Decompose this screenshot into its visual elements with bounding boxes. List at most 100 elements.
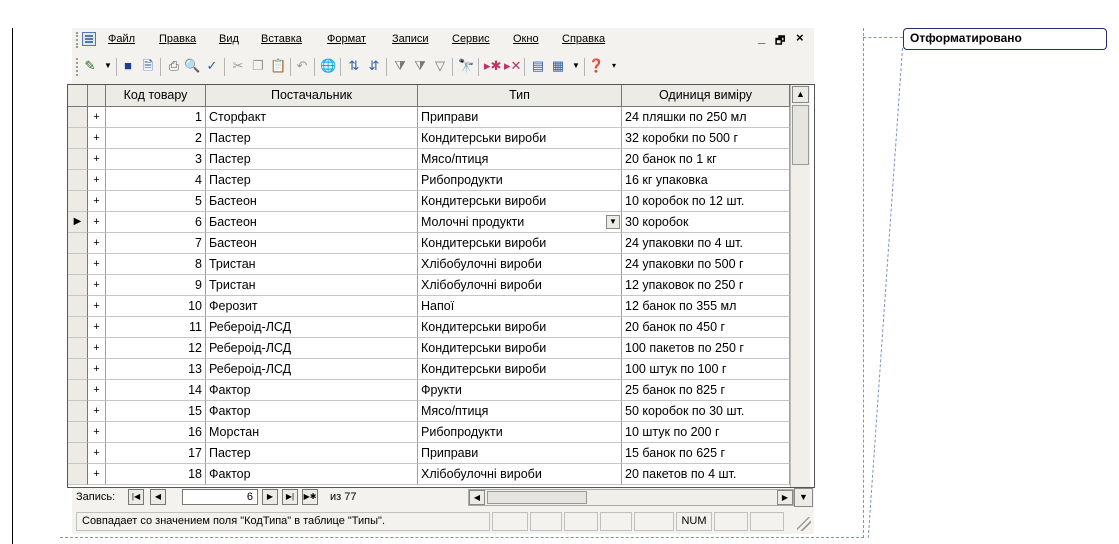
cell-supplier[interactable]: Ферозит	[206, 296, 418, 317]
cell-supplier[interactable]: Тристан	[206, 275, 418, 296]
help-icon[interactable]: ❓	[588, 58, 604, 74]
table-row[interactable]: +13 Ребероід-ЛСД Кондитерськи вироби 100 шт…	[68, 359, 790, 380]
cell-type[interactable]: Кондитерськи вироби	[418, 317, 622, 338]
copy-icon[interactable]: ❐	[250, 58, 266, 74]
record-selector[interactable]: ▶	[68, 212, 88, 233]
record-selector[interactable]	[68, 275, 88, 296]
previous-record-button[interactable]: ◀	[150, 489, 166, 505]
cell-supplier[interactable]: Пастер	[206, 170, 418, 191]
paste-icon[interactable]: 📋	[270, 58, 286, 74]
expand-icon[interactable]: +	[88, 338, 106, 359]
search-file-icon[interactable]: 🗎	[140, 58, 156, 74]
vertical-scrollbar[interactable]: ▲	[790, 85, 810, 487]
expand-icon[interactable]: +	[88, 359, 106, 380]
expand-icon[interactable]: +	[88, 443, 106, 464]
scroll-right-icon[interactable]: ▶	[777, 490, 793, 505]
cell-unit[interactable]: 20 банок по 1 кг	[622, 149, 790, 170]
filter-form-icon[interactable]: ⧩	[412, 58, 428, 74]
cell-product-code[interactable]: 2	[106, 128, 206, 149]
cell-unit[interactable]: 12 упаковок по 250 г	[622, 275, 790, 296]
table-row[interactable]: +5 Бастеон Кондитерськи вироби 10 коробок п…	[68, 191, 790, 212]
cell-product-code[interactable]: 3	[106, 149, 206, 170]
apply-filter-icon[interactable]: ▽	[432, 58, 448, 74]
record-selector[interactable]	[68, 317, 88, 338]
menu-help[interactable]: Справка	[562, 33, 605, 45]
cell-supplier[interactable]: Пастер	[206, 128, 418, 149]
cell-supplier[interactable]: Пастер	[206, 443, 418, 464]
menu-insert[interactable]: Вставка	[261, 33, 302, 45]
table-row[interactable]: +12 Ребероід-ЛСД Кондитерськи вироби 100 па…	[68, 338, 790, 359]
cell-unit[interactable]: 100 пакетов по 250 г	[622, 338, 790, 359]
cell-product-code[interactable]: 1	[106, 107, 206, 128]
cell-unit[interactable]: 12 банок по 355 мл	[622, 296, 790, 317]
cell-product-code[interactable]: 18	[106, 464, 206, 485]
document-icon[interactable]	[82, 32, 96, 46]
cell-supplier[interactable]: Бастеон	[206, 191, 418, 212]
print-icon[interactable]: ⎙	[166, 58, 182, 74]
cell-supplier[interactable]: Ребероід-ЛСД	[206, 359, 418, 380]
cell-type[interactable]: Хлібобулочні вироби	[418, 464, 622, 485]
table-row[interactable]: +17 Пастер Приправи 15 банок по 625 г	[68, 443, 790, 464]
cell-type[interactable]: Кондитерськи вироби	[418, 128, 622, 149]
horizontal-scrollbar[interactable]: ◀ ▶	[468, 489, 794, 506]
expand-icon[interactable]: +	[88, 296, 106, 317]
cell-supplier[interactable]: Фактор	[206, 401, 418, 422]
column-header-unit[interactable]: Одиниця виміру	[622, 85, 790, 107]
menu-tools[interactable]: Сервис	[452, 33, 490, 45]
find-icon[interactable]: 🔭	[458, 58, 474, 74]
restore-button[interactable]: 🗗	[775, 32, 785, 51]
sort-ascending-icon[interactable]: ⇅	[346, 58, 362, 74]
expand-icon[interactable]: +	[88, 212, 106, 233]
cell-product-code[interactable]: 12	[106, 338, 206, 359]
cell-unit[interactable]: 10 коробок по 12 шт.	[622, 191, 790, 212]
cell-type[interactable]: Кондитерськи вироби	[418, 338, 622, 359]
column-header-product-code[interactable]: Код товару	[106, 85, 206, 107]
cell-type[interactable]: Мясо/птиця	[418, 149, 622, 170]
table-row[interactable]: +10 Ферозит Напої 12 банок по 355 мл	[68, 296, 790, 317]
close-button[interactable]: ×	[796, 30, 804, 45]
cell-product-code[interactable]: 17	[106, 443, 206, 464]
cell-supplier[interactable]: Ребероід-ЛСД	[206, 338, 418, 359]
cell-product-code[interactable]: 6	[106, 212, 206, 233]
sort-descending-icon[interactable]: ⇵	[366, 58, 382, 74]
cell-supplier[interactable]: Бастеон	[206, 212, 418, 233]
filter-selection-icon[interactable]: ⧩	[392, 58, 408, 74]
cell-unit[interactable]: 100 штук по 100 г	[622, 359, 790, 380]
table-row[interactable]: +4 Пастер Рибопродукти 16 кг упаковка	[68, 170, 790, 191]
cell-type[interactable]: Рибопродукти	[418, 422, 622, 443]
cell-product-code[interactable]: 10	[106, 296, 206, 317]
expand-icon[interactable]: +	[88, 170, 106, 191]
expand-icon[interactable]: +	[88, 149, 106, 170]
table-row[interactable]: +16 Морстан Рибопродукти 10 штук по 200 г	[68, 422, 790, 443]
table-row[interactable]: +1 Сторфакт Приправи 24 пляшки по 250 мл	[68, 107, 790, 128]
record-selector[interactable]	[68, 380, 88, 401]
record-selector[interactable]	[68, 401, 88, 422]
undo-icon[interactable]: ↶	[294, 58, 310, 74]
menu-view[interactable]: Вид	[219, 33, 239, 45]
cell-type[interactable]: Приправи	[418, 107, 622, 128]
menu-format[interactable]: Формат	[327, 33, 366, 45]
column-header-type[interactable]: Тип	[418, 85, 622, 107]
cell-type[interactable]: Кондитерськи вироби	[418, 191, 622, 212]
cell-product-code[interactable]: 7	[106, 233, 206, 254]
record-selector[interactable]	[68, 149, 88, 170]
cut-icon[interactable]: ✂	[230, 58, 246, 74]
menu-window[interactable]: Окно	[513, 33, 539, 45]
cell-supplier[interactable]: Пастер	[206, 149, 418, 170]
expand-icon[interactable]: +	[88, 128, 106, 149]
new-record-icon[interactable]: ▸✱	[484, 58, 501, 74]
cell-unit[interactable]: 15 банок по 625 г	[622, 443, 790, 464]
menu-edit[interactable]: Правка	[159, 33, 196, 45]
new-record-nav-button[interactable]: ▶✱	[302, 489, 318, 505]
scroll-down-icon[interactable]: ▼	[794, 488, 813, 507]
scroll-up-icon[interactable]: ▲	[792, 86, 809, 103]
cell-type[interactable]: Молочні продукти ▼	[418, 212, 622, 233]
horizontal-scroll-thumb[interactable]	[487, 491, 587, 504]
cell-product-code[interactable]: 14	[106, 380, 206, 401]
cell-unit[interactable]: 24 упаковки по 4 шт.	[622, 233, 790, 254]
cell-type[interactable]: Приправи	[418, 443, 622, 464]
expand-icon[interactable]: +	[88, 464, 106, 485]
expand-icon[interactable]: +	[88, 317, 106, 338]
cell-supplier[interactable]: Морстан	[206, 422, 418, 443]
dropdown-arrow-icon[interactable]: ▼	[100, 58, 116, 74]
